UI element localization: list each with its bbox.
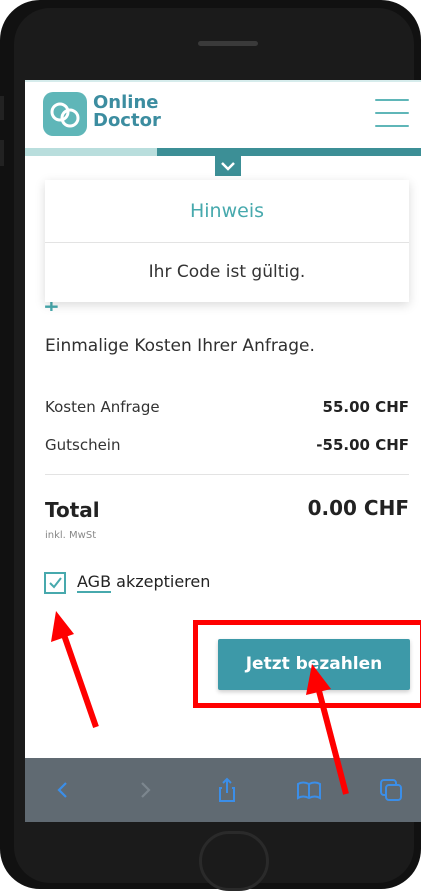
cost-row: Kosten Anfrage 55.00 CHF bbox=[45, 398, 409, 416]
annotation-highlight-box bbox=[193, 620, 421, 708]
chevron-down-icon[interactable] bbox=[215, 156, 241, 176]
total-value: 0.00 CHF bbox=[307, 496, 409, 520]
bookmarks-icon[interactable] bbox=[295, 776, 323, 804]
agb-label-text: akzeptieren bbox=[111, 572, 211, 591]
checkmark-icon bbox=[49, 577, 62, 589]
logo-icon[interactable] bbox=[43, 92, 87, 136]
voucher-row-value: -55.00 CHF bbox=[316, 436, 409, 454]
phone-speaker bbox=[198, 41, 258, 46]
cost-row-label: Kosten Anfrage bbox=[45, 398, 160, 416]
share-icon[interactable] bbox=[213, 776, 241, 804]
logo-text[interactable]: Online Doctor bbox=[93, 94, 161, 130]
cost-description: Einmalige Kosten Ihrer Anfrage. bbox=[45, 336, 315, 356]
hamburger-menu-icon[interactable] bbox=[375, 99, 409, 129]
total-label: Total bbox=[45, 498, 100, 522]
phone-side-button bbox=[0, 96, 4, 120]
logo-line-2: Doctor bbox=[93, 110, 161, 131]
browser-toolbar bbox=[25, 758, 421, 822]
cost-row-value: 55.00 CHF bbox=[322, 398, 409, 416]
site-header: Online Doctor bbox=[25, 80, 421, 152]
hint-dialog: Hinweis Ihr Code ist gültig. bbox=[45, 180, 409, 302]
home-button[interactable] bbox=[199, 831, 269, 891]
voucher-row-label: Gutschein bbox=[45, 436, 121, 454]
phone-frame: Online Doctor + Hinweis Ihr Code ist gül… bbox=[0, 0, 421, 891]
screen: Online Doctor + Hinweis Ihr Code ist gül… bbox=[25, 80, 421, 822]
vat-note: inkl. MwSt bbox=[45, 530, 97, 541]
divider bbox=[45, 474, 409, 475]
phone-side-button bbox=[0, 140, 4, 166]
agb-link[interactable]: AGB bbox=[77, 572, 112, 593]
voucher-row: Gutschein -55.00 CHF bbox=[45, 436, 409, 454]
back-icon[interactable] bbox=[49, 776, 77, 804]
agb-label: AGB akzeptieren bbox=[77, 572, 211, 593]
agb-checkbox[interactable] bbox=[44, 572, 66, 594]
hint-message: Ihr Code ist gültig. bbox=[148, 262, 306, 282]
hint-title: Hinweis bbox=[189, 200, 264, 222]
progress-bar-segment bbox=[25, 148, 157, 156]
forward-icon[interactable] bbox=[131, 776, 159, 804]
tabs-icon[interactable] bbox=[377, 776, 405, 804]
